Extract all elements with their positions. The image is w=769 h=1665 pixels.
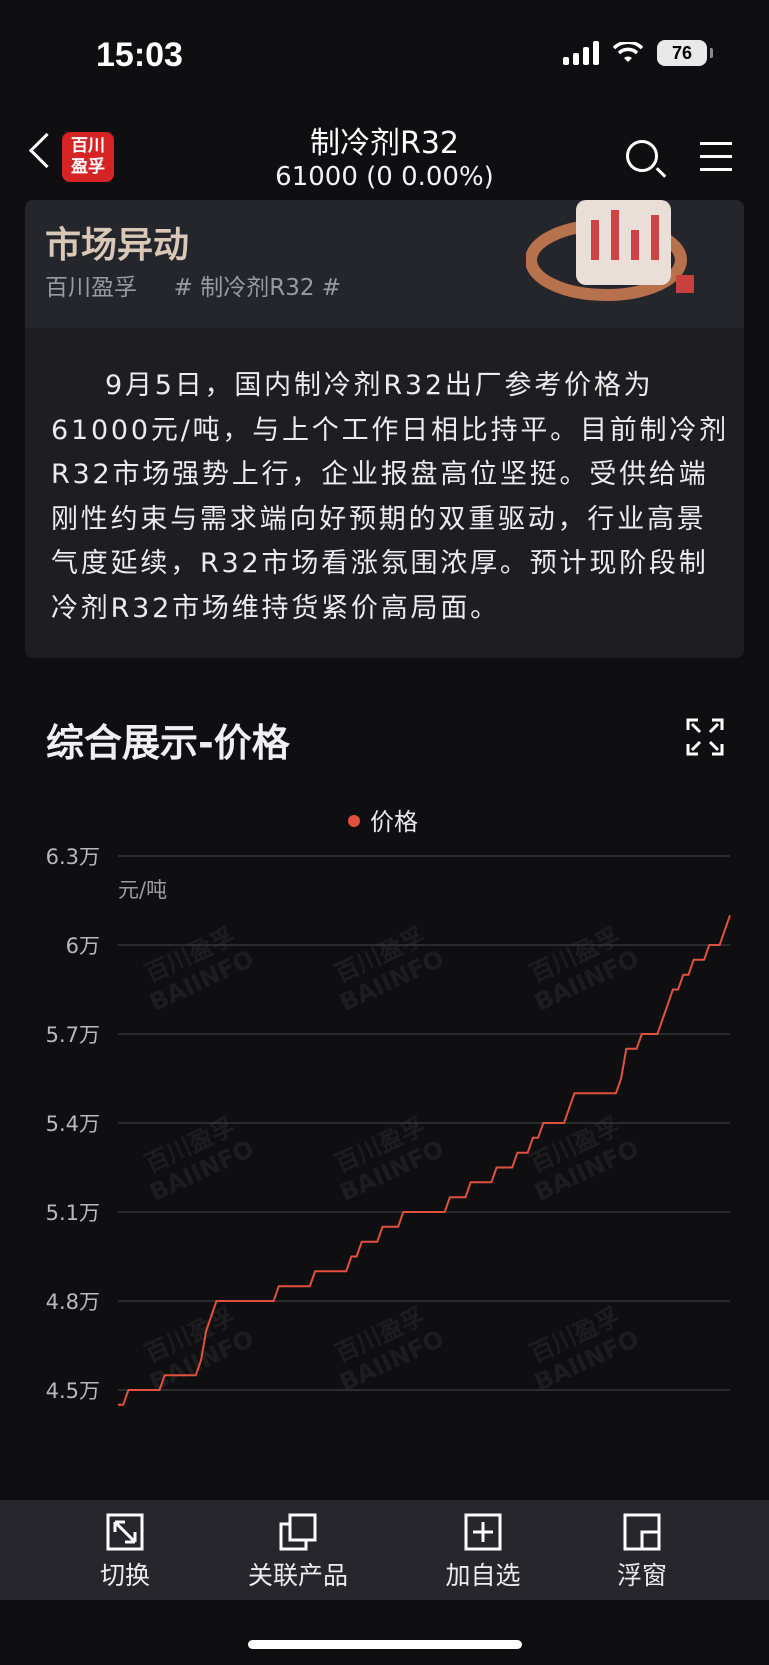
fullscreen-icon[interactable] <box>686 718 724 756</box>
menu-icon[interactable] <box>700 142 732 181</box>
y-tick-label: 4.5万 <box>46 1379 100 1403</box>
tab-add-watchlist[interactable]: 加自选 <box>393 1500 573 1600</box>
add-watchlist-icon <box>464 1513 502 1551</box>
card-tag: # 制冷剂R32 # <box>173 275 342 301</box>
related-products-icon <box>279 1513 317 1551</box>
y-tick-label: 4.8万 <box>46 1290 100 1314</box>
card-tags: 百川盈孚 # 制冷剂R32 # <box>45 268 341 302</box>
y-tick-label: 6.3万 <box>46 845 100 869</box>
tab-add-watchlist-label: 加自选 <box>445 1561 521 1590</box>
floating-window-icon <box>623 1513 661 1551</box>
y-tick-label: 6万 <box>66 934 100 958</box>
legend-marker <box>348 815 360 827</box>
tab-floating-window[interactable]: 浮窗 <box>552 1500 732 1600</box>
market-alert-card-body: 9月5日，国内制冷剂R32出厂参考价格为61000元/吨，与上个工作日相比持平。… <box>25 328 744 658</box>
tab-switch-label: 切换 <box>99 1561 150 1590</box>
price-chart: 百川盈孚 BAIINFO 百川盈孚 BAIINFO 百川盈孚 BAIINFO 百川盈孚 BAI… <box>0 790 769 1490</box>
card-source: 百川盈孚 <box>45 275 137 301</box>
price-chart-svg: 价格元/吨 6.3万 6万 5.7万 5.4万 5.1万 4.8万 4.5万 <box>46 808 731 1406</box>
tab-related-products-label: 关联产品 <box>247 1561 348 1590</box>
tab-related-products[interactable]: 关联产品 <box>208 1500 388 1600</box>
home-indicator <box>248 1640 522 1649</box>
tab-switch[interactable]: 切换 <box>35 1500 215 1600</box>
y-axis-unit: 元/吨 <box>118 878 167 902</box>
market-alert-card-header: 市场异动 百川盈孚 # 制冷剂R32 # <box>25 200 744 328</box>
cellular-signal-icon <box>563 41 599 65</box>
search-icon[interactable] <box>626 140 658 172</box>
card-title: 市场异动 <box>45 225 190 266</box>
legend-label: 价格 <box>370 808 418 836</box>
status-time: 15:03 <box>96 36 183 74</box>
y-tick-label: 5.7万 <box>46 1023 100 1047</box>
bottom-toolbar: 切换 关联产品 加自选 浮窗 <box>0 1500 769 1600</box>
status-icons: 76 <box>563 40 713 66</box>
y-tick-label: 5.4万 <box>46 1112 100 1136</box>
nav-header: 百川 盈孚 制冷剂R32 61000 (0 0.00%) <box>0 110 769 200</box>
status-bar: 15:03 76 <box>0 0 769 110</box>
chart-illustration-icon <box>526 200 694 301</box>
swap-icon <box>106 1513 144 1551</box>
battery-indicator: 76 <box>657 40 713 66</box>
section-title: 综合展示-价格 <box>46 721 290 765</box>
wifi-icon <box>613 42 643 62</box>
tab-floating-window-label: 浮窗 <box>616 1561 667 1590</box>
market-commentary: 9月5日，国内制冷剂R32出厂参考价格为61000元/吨，与上个工作日相比持平。… <box>51 370 729 624</box>
price-series-line <box>118 914 731 1406</box>
y-tick-label: 5.1万 <box>46 1201 100 1225</box>
